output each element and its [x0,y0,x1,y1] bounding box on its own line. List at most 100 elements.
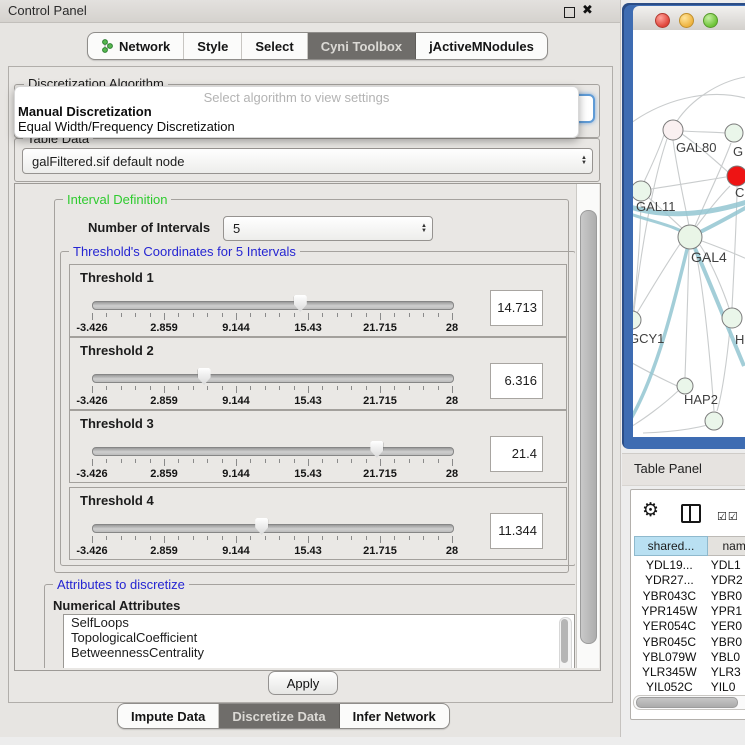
tab-style[interactable]: Style [184,33,242,59]
table-row[interactable]: YER054CYER0 [634,619,745,634]
network-node-c[interactable] [727,166,745,186]
select-columns-icon[interactable]: ☑☑ [717,510,739,523]
slider-track[interactable] [92,447,454,456]
network-node-gal4[interactable] [678,225,702,249]
tab-network[interactable]: Network [88,33,184,59]
minimize-light-icon[interactable] [679,13,694,28]
threshold-4-value-field[interactable]: 11.344 [490,513,543,549]
close-light-icon[interactable] [655,13,670,28]
apply-button[interactable]: Apply [268,671,338,695]
table-horizontal-scrollbar[interactable] [633,695,745,710]
cell-name[interactable]: YER0 [705,619,745,634]
network-edge-highlighted[interactable] [633,237,690,422]
network-edge[interactable] [651,177,726,189]
cell-name[interactable]: YBR0 [705,589,745,604]
float-icon[interactable] [564,7,575,18]
table-row[interactable]: YDR27...YDR2 [634,573,745,588]
spinner-arrows-icon[interactable]: ▲▼ [576,156,592,166]
cell-name[interactable]: YDL1 [705,558,745,573]
gear-icon[interactable]: ⚙ [642,501,659,520]
bottom-tab-discretize-data[interactable]: Discretize Data [219,704,339,728]
tab-jactivemnodules[interactable]: jActiveMNodules [416,33,547,59]
table-row[interactable]: YBR045CYBR0 [634,635,745,650]
network-edge[interactable] [683,131,725,133]
table-row[interactable]: YBL079WYBL0 [634,650,745,665]
cell-shared-name[interactable]: YDL19... [634,558,705,573]
cell-shared-name[interactable]: YPR145W [634,604,705,619]
slider-track[interactable] [92,301,454,310]
cell-shared-name[interactable]: YIL052C [634,680,705,695]
number-of-intervals-combobox[interactable]: 5 ▲▼ [223,216,433,241]
cell-shared-name[interactable]: YBR043C [634,589,705,604]
cell-name[interactable]: YLR3 [705,665,745,680]
network-edge[interactable] [677,77,745,121]
cell-shared-name[interactable]: YBL079W [634,650,705,665]
attribute-item-topologicalcoefficient[interactable]: TopologicalCoefficient [64,630,574,645]
settings-scrollbar[interactable] [576,184,599,668]
network-edge[interactable] [633,94,745,126]
slider-track[interactable] [92,524,454,533]
thresholds-section: Threshold's Coordinates for 5 Intervals … [60,251,575,566]
table-row[interactable]: YPR145WYPR1 [634,604,745,619]
threshold-2-slider[interactable]: -3.4262.8599.14415.4321.71528 [92,368,452,408]
spinner-arrows-icon[interactable]: ▲▼ [416,224,432,234]
cell-name[interactable]: YPR1 [705,604,745,619]
network-canvas[interactable]: GAL80GCGAL11GAL4GCY1HHAP2 [633,30,745,437]
settings-scrollbar-thumb[interactable] [580,210,597,644]
split-view-icon[interactable] [681,504,701,523]
network-edge[interactable] [685,249,689,378]
network-edge[interactable] [633,391,678,429]
network-node-gal80[interactable] [663,120,683,140]
algorithm-option-equal-width-frequency-discretization[interactable]: Equal Width/Frequency Discretization [18,119,575,134]
network-view-window[interactable]: GAL80GCGAL11GAL4GCY1HHAP2 [622,3,745,449]
table-row[interactable]: YDL19...YDL1 [634,558,745,573]
cell-shared-name[interactable]: YBR045C [634,635,705,650]
network-edge[interactable] [717,328,730,411]
network-node-h[interactable] [722,308,742,328]
table-row[interactable]: YLR345WYLR3 [634,665,745,680]
column-header-name[interactable]: name [708,536,745,556]
bottom-tab-label: Infer Network [353,709,436,724]
column-header-shared-name[interactable]: shared... [634,536,708,556]
threshold-3-slider[interactable]: -3.4262.8599.14415.4321.71528 [92,441,452,481]
cell-name[interactable]: YBR0 [705,635,745,650]
threshold-2-value-field[interactable]: 6.316 [490,363,543,399]
cell-name[interactable]: YBL0 [705,650,745,665]
tick-mark [150,313,151,317]
network-node-gcy1[interactable] [633,311,641,329]
tab-cyni-toolbox[interactable]: Cyni Toolbox [308,33,416,59]
cell-name[interactable]: YDR2 [705,573,745,588]
zoom-light-icon[interactable] [703,13,718,28]
table-row[interactable]: YBR043CYBR0 [634,589,745,604]
tick-mark [438,313,439,317]
bottom-tab-impute-data[interactable]: Impute Data [118,704,219,728]
cell-shared-name[interactable]: YER054C [634,619,705,634]
tick-mark [423,536,424,540]
network-node-gal11[interactable] [633,181,651,201]
network-node-g[interactable] [725,124,743,142]
threshold-1-value-field[interactable]: 14.713 [490,290,543,326]
table-data-combobox[interactable]: galFiltered.sif default node ▲▼ [22,148,593,174]
attribute-item-selfloops[interactable]: SelfLoops [64,615,574,630]
network-node[interactable] [705,412,723,430]
slider-track[interactable] [92,374,454,383]
attribute-item-betweennesscentrality[interactable]: BetweennessCentrality [64,645,574,660]
table-row[interactable]: YIL052CYIL0 [634,680,745,695]
threshold-4-slider[interactable]: -3.4262.8599.14415.4321.71528 [92,518,452,558]
threshold-3-value-field[interactable]: 21.4 [490,436,543,472]
cell-name[interactable]: YIL0 [705,680,745,695]
settings-viewport: Interval Definition Number of Intervals … [15,184,575,668]
tick-mark [322,386,323,390]
cell-shared-name[interactable]: YLR345W [634,665,705,680]
attributes-list-scrollbar[interactable] [559,617,572,668]
bottom-tab-infer-network[interactable]: Infer Network [340,704,449,728]
close-icon[interactable]: ✖ [582,2,593,18]
cell-shared-name[interactable]: YDR27... [634,573,705,588]
algorithm-option-manual-discretization[interactable]: Manual Discretization [18,104,575,119]
scale-label: 28 [446,322,458,334]
table-horizontal-scrollbar-thumb[interactable] [636,697,738,708]
numerical-attributes-list[interactable]: SelfLoopsTopologicalCoefficientBetweenne… [63,614,575,668]
control-panel-titlebar[interactable] [0,0,620,23]
tab-select[interactable]: Select [242,33,307,59]
threshold-1-slider[interactable]: -3.4262.8599.14415.4321.71528 [92,295,452,335]
